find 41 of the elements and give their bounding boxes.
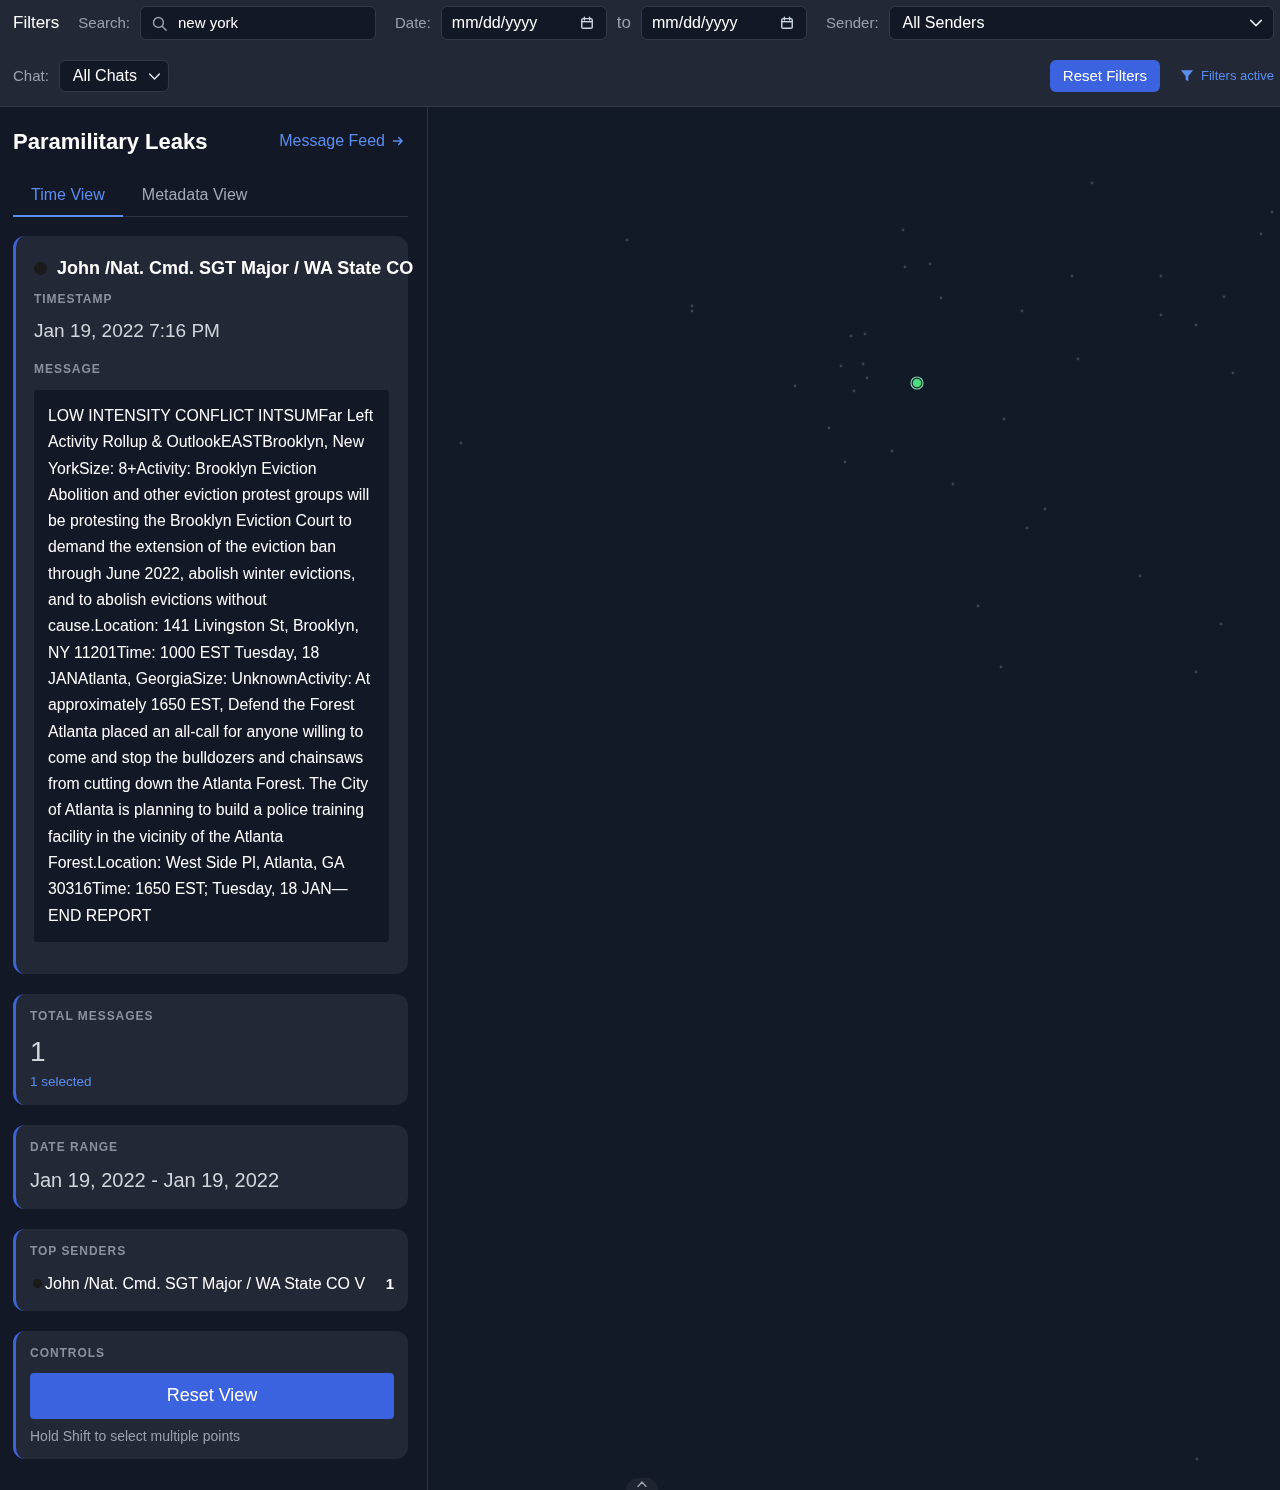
date-label: Date: bbox=[395, 12, 431, 33]
reset-filters-button[interactable]: Reset Filters bbox=[1049, 60, 1161, 92]
search-field[interactable]: new york bbox=[140, 6, 376, 40]
sender-name: John /Nat. Cmd. SGT Major / WA State CO V bbox=[45, 1273, 366, 1294]
chat-label: Chat: bbox=[13, 65, 49, 86]
timestamp-value: Jan 19, 2022 7:16 PM bbox=[34, 319, 221, 343]
funnel-icon bbox=[1180, 69, 1195, 83]
date-field[interactable]: mm/dd/yyyy bbox=[440, 6, 607, 40]
view-tab[interactable]: Metadata View bbox=[123, 175, 266, 217]
filters-title: Filters bbox=[13, 12, 60, 35]
view-tab[interactable]: Time View bbox=[13, 175, 123, 217]
search-icon bbox=[151, 14, 168, 32]
sender-count: 1 bbox=[385, 1273, 394, 1294]
arrow-right-icon bbox=[392, 135, 404, 147]
total-count: 1 bbox=[30, 1035, 47, 1068]
filters-status: Filters active bbox=[1201, 67, 1274, 86]
stat-label: DATE RANGE bbox=[30, 1138, 120, 1155]
message-label: MESSAGE bbox=[34, 361, 102, 378]
sender-label: Sender: bbox=[826, 12, 879, 33]
reset-view-button[interactable]: Reset View bbox=[30, 1372, 394, 1419]
stat-label: TOTAL MESSAGES bbox=[30, 1007, 155, 1024]
stat-label: CONTROLS bbox=[30, 1344, 106, 1361]
search-label: Search: bbox=[78, 12, 130, 33]
chat-select[interactable]: All Chats bbox=[58, 60, 169, 92]
message-feed-link[interactable]: Message Feed bbox=[279, 129, 404, 153]
timestamp-label: TIMESTAMP bbox=[34, 291, 114, 308]
calendar-icon bbox=[780, 16, 795, 30]
stat-label: TOP SENDERS bbox=[30, 1242, 128, 1259]
data-point[interactable] bbox=[910, 376, 924, 390]
sender-select[interactable]: All Senders bbox=[888, 6, 1274, 40]
expand-handle-button[interactable] bbox=[626, 1478, 658, 1490]
sender-name: John /Nat. Cmd. SGT Major / WA State CO bbox=[57, 256, 414, 280]
date-separator: to bbox=[616, 12, 632, 35]
calendar-icon bbox=[579, 16, 594, 30]
date-field[interactable]: mm/dd/yyyy bbox=[641, 6, 808, 40]
panel-title: Paramilitary Leaks bbox=[13, 127, 208, 156]
hint-text: Hold Shift to select multiple points bbox=[30, 1426, 242, 1445]
selected-count: 1 selected bbox=[30, 1072, 93, 1091]
caret-up-icon bbox=[637, 1481, 647, 1487]
date-range-value: Jan 19, 2022 - Jan 19, 2022 bbox=[30, 1167, 281, 1193]
message-text: LOW INTENSITY CONFLICT INTSUMFar Left Activity Rollup & OutlookEASTBrooklyn, New YorkSize: 8+Activity: Brooklyn Eviction Abolition and other eviction protest groups will be protesting the Brooklyn Eviction Court to demand the extension of the eviction ban through June 2022, abolish winter evictions, and to abolish evictions without cause.Location: 141 Livingston St, Brooklyn, NY 11201Time: 1000 EST Tuesday, 18 JANAtlanta, GeorgiaSize: UnknownActivity: At approximately 1650 EST, Defend the Forest Atlanta placed an all-call for anyone willing to come and stop the bulldozers and chainsaws from cutting down the Atlanta Forest. The City of Atlanta is planning to build a police training facility in the vicinity of the Atlanta Forest.Location: West Side Pl, Atlanta, GA 30316Time: 1650 EST; Tuesday, 18 JAN— END REPORT bbox=[34, 390, 389, 942]
